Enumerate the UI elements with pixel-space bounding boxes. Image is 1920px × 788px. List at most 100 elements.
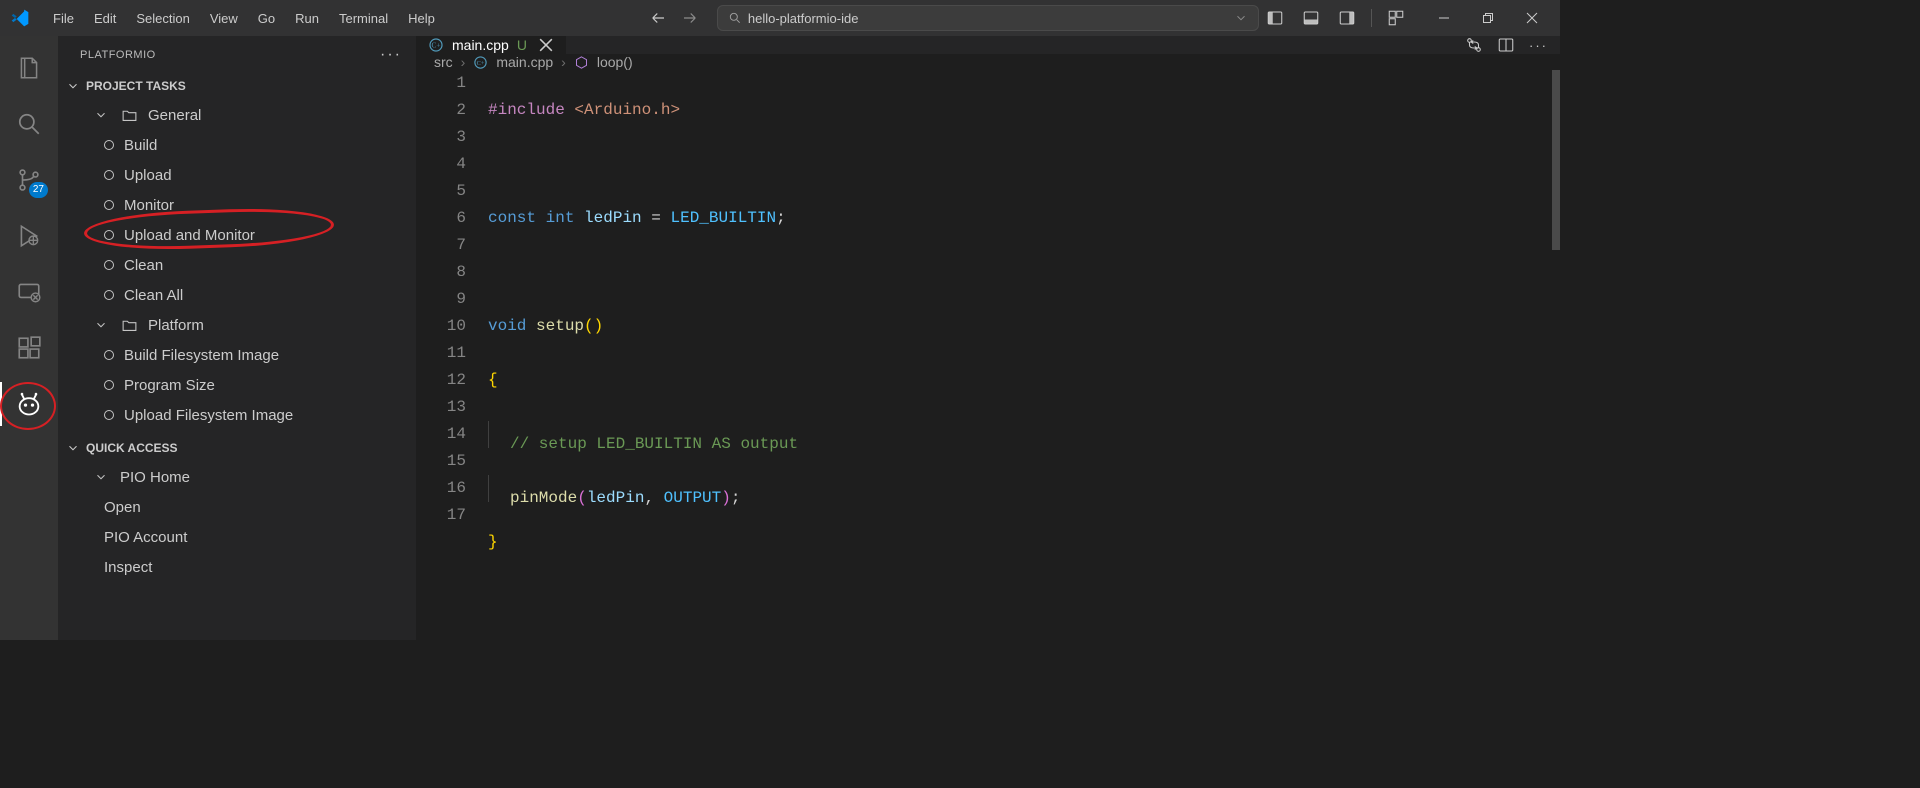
task-icon bbox=[104, 140, 114, 150]
menu-file[interactable]: File bbox=[44, 5, 83, 32]
nav-history bbox=[649, 9, 699, 27]
svg-text:C+: C+ bbox=[431, 41, 440, 50]
task-label: Monitor bbox=[124, 197, 174, 214]
group-platform[interactable]: Platform bbox=[58, 310, 416, 340]
minimize-button[interactable] bbox=[1422, 0, 1466, 36]
task-label: Clean All bbox=[124, 287, 183, 304]
layout-panel-icon[interactable] bbox=[1295, 2, 1327, 34]
task-icon bbox=[104, 290, 114, 300]
activity-remote-icon[interactable] bbox=[0, 270, 58, 314]
breadcrumb-file[interactable]: main.cpp bbox=[496, 54, 553, 70]
menu-view[interactable]: View bbox=[201, 5, 247, 32]
folder-icon bbox=[120, 107, 138, 124]
layout-sidebar-left-icon[interactable] bbox=[1259, 2, 1291, 34]
search-input[interactable] bbox=[748, 11, 1228, 26]
chevron-down-icon[interactable] bbox=[1234, 11, 1248, 25]
activity-platformio-icon[interactable] bbox=[0, 382, 58, 426]
menu-run[interactable]: Run bbox=[286, 5, 328, 32]
svg-text:C+: C+ bbox=[477, 60, 485, 67]
layout-controls bbox=[1259, 2, 1412, 34]
search-icon bbox=[728, 11, 742, 25]
tab-main-cpp[interactable]: C+ main.cpp U bbox=[416, 36, 566, 54]
editor: C+ main.cpp U ··· src › C+ main.cpp › lo… bbox=[416, 36, 1560, 640]
task-label: Clean bbox=[124, 257, 163, 274]
group-general[interactable]: General bbox=[58, 100, 416, 130]
activity-search-icon[interactable] bbox=[0, 102, 58, 146]
project-tasks-tree: General Build Upload Monitor Upload and … bbox=[58, 98, 416, 436]
task-program-size[interactable]: Program Size bbox=[58, 370, 416, 400]
activity-scm-icon[interactable]: 27 bbox=[0, 158, 58, 202]
tab-git-status: U bbox=[517, 37, 527, 53]
breadcrumb-symbol[interactable]: loop() bbox=[597, 54, 633, 70]
item-label: Open bbox=[104, 499, 141, 516]
folder-icon bbox=[120, 317, 138, 334]
menu-terminal[interactable]: Terminal bbox=[330, 5, 397, 32]
qa-inspect[interactable]: Inspect bbox=[58, 552, 416, 582]
task-build-fs-image[interactable]: Build Filesystem Image bbox=[58, 340, 416, 370]
layout-sidebar-right-icon[interactable] bbox=[1331, 2, 1363, 34]
task-icon bbox=[104, 380, 114, 390]
restore-button[interactable] bbox=[1466, 0, 1510, 36]
group-label: General bbox=[148, 107, 201, 124]
scm-badge: 27 bbox=[29, 182, 48, 198]
quick-access-tree: PIO Home Open PIO Account Inspect bbox=[58, 460, 416, 588]
code-editor[interactable]: 1234567891011121314151617 #include <Ardu… bbox=[416, 70, 1560, 640]
activity-run-debug-icon[interactable] bbox=[0, 214, 58, 258]
minimap-slider[interactable] bbox=[1552, 70, 1560, 250]
more-actions-icon[interactable]: ··· bbox=[380, 46, 402, 64]
activity-extensions-icon[interactable] bbox=[0, 326, 58, 370]
menu-help[interactable]: Help bbox=[399, 5, 444, 32]
editor-tabs: C+ main.cpp U ··· bbox=[416, 36, 1560, 54]
qa-pio-account[interactable]: PIO Account bbox=[58, 522, 416, 552]
nav-forward-icon[interactable] bbox=[681, 9, 699, 27]
task-label: Upload and Monitor bbox=[124, 227, 255, 244]
breadcrumb[interactable]: src › C+ main.cpp › loop() bbox=[416, 54, 1560, 70]
chevron-right-icon: › bbox=[561, 54, 566, 70]
title-bar: File Edit Selection View Go Run Terminal… bbox=[0, 0, 1560, 36]
task-clean-all[interactable]: Clean All bbox=[58, 280, 416, 310]
sidebar: PLATFORMIO ··· PROJECT TASKS General Bui… bbox=[58, 36, 416, 640]
task-upload-fs-image[interactable]: Upload Filesystem Image bbox=[58, 400, 416, 430]
menu-go[interactable]: Go bbox=[249, 5, 284, 32]
section-label: PROJECT TASKS bbox=[86, 79, 186, 93]
line-gutter: 1234567891011121314151617 bbox=[416, 70, 488, 640]
workbench: 27 PLATFORMIO ··· PROJECT TASKS bbox=[0, 36, 1560, 640]
cpp-file-icon: C+ bbox=[473, 55, 488, 70]
activity-explorer-icon[interactable] bbox=[0, 46, 58, 90]
task-icon bbox=[104, 350, 114, 360]
window-controls bbox=[1422, 0, 1554, 36]
task-icon bbox=[104, 200, 114, 210]
more-actions-icon[interactable]: ··· bbox=[1529, 38, 1548, 53]
task-build[interactable]: Build bbox=[58, 130, 416, 160]
breadcrumb-folder[interactable]: src bbox=[434, 54, 453, 70]
command-center[interactable] bbox=[717, 5, 1259, 31]
task-label: Upload bbox=[124, 167, 172, 184]
sidebar-header: PLATFORMIO ··· bbox=[58, 36, 416, 74]
divider bbox=[1371, 9, 1372, 27]
task-clean[interactable]: Clean bbox=[58, 250, 416, 280]
group-label: PIO Home bbox=[120, 469, 190, 486]
qa-open[interactable]: Open bbox=[58, 492, 416, 522]
section-project-tasks[interactable]: PROJECT TASKS bbox=[58, 74, 416, 98]
code-content[interactable]: #include <Arduino.h> const int ledPin = … bbox=[488, 70, 1560, 640]
customize-layout-icon[interactable] bbox=[1380, 2, 1412, 34]
group-label: Platform bbox=[148, 317, 204, 334]
nav-back-icon[interactable] bbox=[649, 9, 667, 27]
task-label: Upload Filesystem Image bbox=[124, 407, 293, 424]
chevron-down-icon bbox=[92, 470, 110, 484]
task-upload[interactable]: Upload bbox=[58, 160, 416, 190]
tab-label: main.cpp bbox=[452, 37, 509, 53]
group-pio-home[interactable]: PIO Home bbox=[58, 462, 416, 492]
menu-edit[interactable]: Edit bbox=[85, 5, 125, 32]
task-icon bbox=[104, 230, 114, 240]
section-quick-access[interactable]: QUICK ACCESS bbox=[58, 436, 416, 460]
close-button[interactable] bbox=[1510, 0, 1554, 36]
close-icon[interactable] bbox=[539, 38, 553, 52]
item-label: Inspect bbox=[104, 559, 152, 576]
chevron-down-icon bbox=[92, 318, 110, 332]
task-monitor[interactable]: Monitor bbox=[58, 190, 416, 220]
compare-changes-icon[interactable] bbox=[1465, 36, 1483, 54]
split-editor-icon[interactable] bbox=[1497, 36, 1515, 54]
task-upload-and-monitor[interactable]: Upload and Monitor bbox=[58, 220, 416, 250]
menu-selection[interactable]: Selection bbox=[127, 5, 198, 32]
